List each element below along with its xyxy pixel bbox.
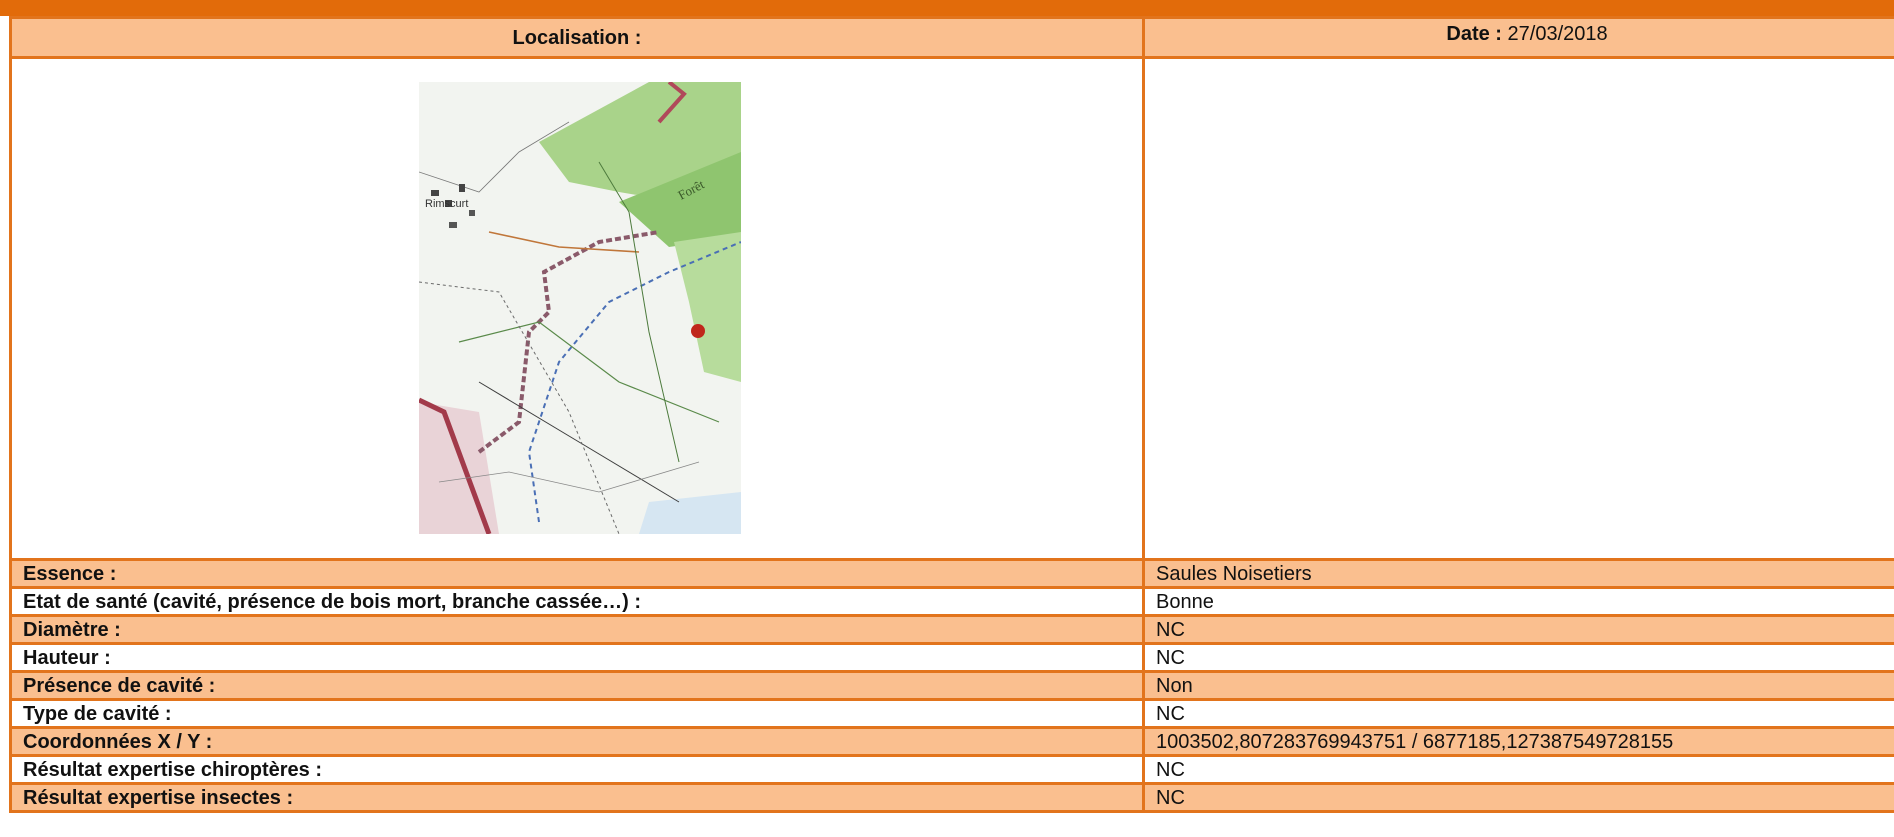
table-row: Résultat expertise insectes : NC bbox=[9, 782, 1894, 813]
date-value: 27/03/2018 bbox=[1507, 23, 1608, 45]
map-location-icon: Rimscurt Forêt bbox=[419, 82, 741, 534]
row-label: Type de cavité : bbox=[9, 698, 1145, 729]
row-value: Bonne bbox=[1142, 586, 1894, 617]
row-value: NC bbox=[1142, 782, 1894, 813]
row-label: Etat de santé (cavité, présence de bois … bbox=[9, 586, 1145, 617]
row-value: Saules Noisetiers bbox=[1142, 558, 1894, 589]
tree-record-sheet: Localisation : Date : 27/03/2018 Rimscur… bbox=[9, 16, 1894, 813]
table-row: Diamètre : NC bbox=[9, 614, 1894, 645]
row-label: Coordonnées X / Y : bbox=[9, 726, 1145, 757]
map-side-empty-cell bbox=[1142, 56, 1894, 561]
localisation-header: Localisation : bbox=[9, 16, 1145, 59]
row-value: NC bbox=[1142, 698, 1894, 729]
table-row: Etat de santé (cavité, présence de bois … bbox=[9, 586, 1894, 617]
row-value: NC bbox=[1142, 642, 1894, 673]
row-value: 1003502,807283769943751 / 6877185,127387… bbox=[1142, 726, 1894, 757]
row-value: Non bbox=[1142, 670, 1894, 701]
row-label: Résultat expertise insectes : bbox=[9, 782, 1145, 813]
map-cell: Rimscurt Forêt bbox=[9, 56, 1145, 561]
row-label: Diamètre : bbox=[9, 614, 1145, 645]
table-row: Type de cavité : NC bbox=[9, 698, 1894, 729]
table-row: Hauteur : NC bbox=[9, 642, 1894, 673]
row-label: Essence : bbox=[9, 558, 1145, 589]
row-label: Résultat expertise chiroptères : bbox=[9, 754, 1145, 785]
svg-text:Rimscurt: Rimscurt bbox=[425, 198, 468, 210]
date-header: Date : 27/03/2018 bbox=[1142, 16, 1894, 59]
location-marker-icon bbox=[691, 324, 705, 338]
table-row: Résultat expertise chiroptères : NC bbox=[9, 754, 1894, 785]
row-value: NC bbox=[1142, 614, 1894, 645]
date-label: Date : bbox=[1446, 23, 1502, 45]
header-row: Localisation : Date : 27/03/2018 bbox=[9, 16, 1894, 59]
top-accent-bar bbox=[0, 0, 1894, 16]
table-row: Présence de cavité : Non bbox=[9, 670, 1894, 701]
table-row: Essence : Saules Noisetiers bbox=[9, 558, 1894, 589]
table-row: Coordonnées X / Y : 1003502,807283769943… bbox=[9, 726, 1894, 757]
row-label: Présence de cavité : bbox=[9, 670, 1145, 701]
map-row: Rimscurt Forêt bbox=[9, 56, 1894, 561]
row-value: NC bbox=[1142, 754, 1894, 785]
location-map-image: Rimscurt Forêt bbox=[419, 82, 741, 534]
row-label: Hauteur : bbox=[9, 642, 1145, 673]
